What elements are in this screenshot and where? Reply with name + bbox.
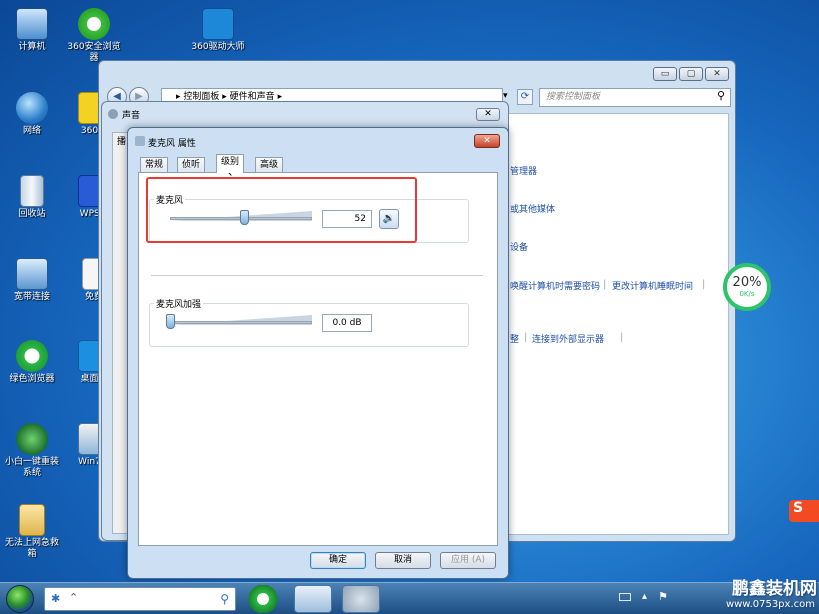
watermark: 鹏鑫装机网 www.0753px.com: [672, 570, 819, 614]
folder-icon: [19, 504, 45, 536]
desktop-icon-label: 宽带连接: [13, 292, 50, 302]
boost-level-field[interactable]: 0.0 dB: [322, 314, 372, 332]
browser-icon: [78, 8, 110, 40]
highlight-box: [146, 177, 417, 243]
maximize-button[interactable]: ▢: [679, 67, 703, 81]
tab-listen[interactable]: 侦听: [177, 157, 206, 173]
link-separator: |: [603, 279, 607, 290]
link-other-media[interactable]: 或其他媒体: [510, 202, 555, 215]
speed-widget[interactable]: 20% 0K/s: [723, 263, 771, 311]
desktop-icon-label: 绿色浏览器: [9, 374, 55, 384]
search-input[interactable]: 搜索控制面板: [539, 88, 731, 107]
link-require-password[interactable]: 唤醒计算机时需要密码: [510, 279, 600, 292]
desktop-icon-recycle-bin[interactable]: 回收站: [2, 175, 62, 220]
tab-levels[interactable]: 级别: [216, 154, 245, 173]
search-icon[interactable]: ⚲: [717, 89, 725, 102]
tab-advanced[interactable]: 高级: [255, 157, 284, 173]
link-separator: |: [524, 332, 528, 343]
boost-slider-thumb[interactable]: [166, 314, 175, 329]
speaker-icon: [108, 109, 118, 119]
window-caption-buttons: ▭ ▢ ✕: [653, 67, 729, 81]
boost-slider[interactable]: [170, 321, 312, 324]
desktop-icon-label: 360驱动大师: [191, 42, 245, 52]
link-device-manager[interactable]: 管理器: [510, 164, 537, 177]
chevron-up-icon: ⌃: [69, 591, 79, 604]
sogou-icon[interactable]: S: [789, 500, 819, 522]
minimize-button[interactable]: ▭: [653, 67, 677, 81]
desktop-icon-label: 无法上网急救箱: [4, 538, 59, 559]
desktop: 计算机 360安全浏览器 360驱动大师 网络 360安 回收站 WPS 2 宽…: [0, 0, 819, 614]
sound-dialog-title: 声音: [122, 111, 141, 121]
desktop-icon-green-browser[interactable]: 绿色浏览器: [2, 340, 62, 385]
paw-icon: ✱: [51, 592, 61, 605]
link-separator: |: [620, 332, 624, 343]
computer-icon: [16, 8, 48, 40]
sound-taskbar-icon[interactable]: [342, 585, 380, 613]
gear-icon: [202, 8, 234, 40]
microphone-icon: [135, 136, 145, 146]
address-dropdown-icon[interactable]: ▾: [503, 91, 508, 101]
control-panel-taskbar-icon[interactable]: [294, 585, 332, 613]
broadband-icon: [16, 258, 48, 290]
tab-playback[interactable]: 播: [117, 134, 126, 147]
start-button[interactable]: [6, 585, 34, 613]
sound-dialog-close-button[interactable]: ✕: [476, 108, 500, 121]
widget-percent: 20%: [732, 275, 762, 290]
taskbar-search-box[interactable]: ✱ ⌃ ⚲: [44, 587, 236, 611]
desktop-icon-xiaobai[interactable]: 小白一键重装系统: [2, 423, 62, 479]
widget-speed: 0K/s: [739, 290, 755, 298]
desktop-icon-360-driver[interactable]: 360驱动大师: [188, 8, 248, 53]
flag-icon[interactable]: ⚑: [658, 590, 668, 603]
desktop-icon-network[interactable]: 网络: [2, 92, 62, 137]
cancel-button[interactable]: 取消: [375, 552, 431, 569]
desktop-icon-label: 小白一键重装系统: [4, 457, 59, 478]
apply-button[interactable]: 应用 (A): [440, 552, 496, 569]
green-browser-taskbar-icon[interactable]: [248, 585, 278, 613]
ok-button[interactable]: 确定: [310, 552, 366, 569]
desktop-icon-label: 计算机: [18, 42, 46, 52]
xiaobai-icon: [16, 423, 48, 455]
link-device[interactable]: 设备: [510, 240, 528, 253]
link-change[interactable]: 整: [510, 332, 519, 345]
desktop-icon-360-browser[interactable]: 360安全浏览器: [64, 8, 124, 64]
watermark-url: www.0753px.com: [725, 599, 815, 610]
dialog-close-button[interactable]: ✕: [474, 134, 500, 148]
microphone-boost-label: 麦克风加强: [154, 297, 204, 310]
link-separator: |: [702, 279, 706, 290]
tray-chevron-icon[interactable]: ▴: [642, 591, 647, 602]
search-engine-icon: ⚲: [220, 592, 229, 606]
link-external-display[interactable]: 连接到外部显示器: [532, 332, 604, 345]
desktop-icon-broadband[interactable]: 宽带连接: [2, 258, 62, 303]
link-sleep-time[interactable]: 更改计算机睡眠时间: [612, 279, 693, 292]
keyboard-icon[interactable]: [619, 593, 631, 601]
network-icon: [16, 92, 48, 124]
microphone-boost-group: 麦克风加强 0.0 dB: [149, 297, 469, 347]
close-button[interactable]: ✕: [705, 67, 729, 81]
tab-general[interactable]: 常规: [140, 157, 169, 173]
dialog-title: 麦克风 属性: [148, 139, 196, 149]
desktop-icon-net-rescue[interactable]: 无法上网急救箱: [2, 504, 62, 560]
refresh-icon[interactable]: ⟳: [517, 89, 533, 105]
browser-icon: [16, 340, 48, 372]
desktop-icon-computer[interactable]: 计算机: [2, 8, 62, 53]
divider: [151, 275, 483, 276]
desktop-icon-label: 网络: [22, 126, 41, 136]
watermark-brand: 鹏鑫装机网: [732, 579, 817, 599]
desktop-icon-label: 回收站: [18, 209, 46, 219]
recycle-bin-icon: [20, 175, 44, 207]
